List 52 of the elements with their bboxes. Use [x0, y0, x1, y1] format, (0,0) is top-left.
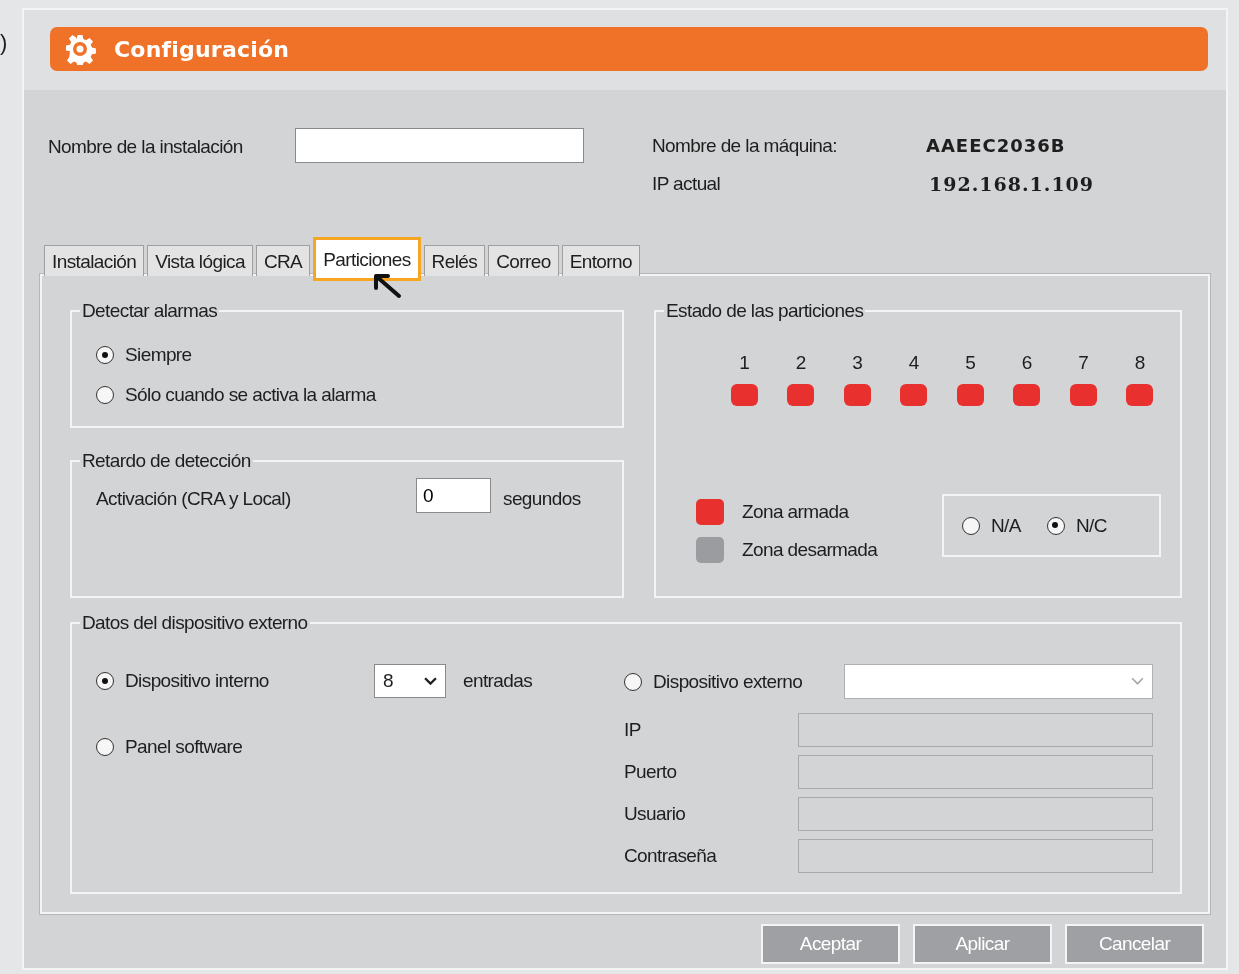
radio-option[interactable]: N/A — [962, 514, 1021, 537]
machine-name-value: AAEEC2036B — [926, 135, 1067, 157]
tab[interactable]: Instalación — [44, 245, 145, 276]
radio-label: Siempre — [125, 344, 192, 366]
dropdown-value: 8 — [383, 670, 393, 692]
radio-option[interactable]: Dispositivo externo — [624, 670, 844, 693]
seconds-field[interactable]: 0 — [416, 478, 491, 513]
radio-label: Panel software — [125, 736, 243, 758]
installation-name-label: Nombre de la instalación — [48, 136, 244, 158]
radio-option[interactable]: Panel software — [96, 736, 626, 758]
seconds-unit: segundos — [503, 488, 581, 510]
partition-number: 5 — [965, 352, 976, 374]
field-label: Puerto — [624, 761, 678, 783]
partition-number: 3 — [852, 352, 863, 374]
legend-label: Zona desarmada — [742, 539, 878, 561]
radio-option[interactable]: Dispositivo interno — [96, 670, 374, 692]
partition-number: 1 — [739, 352, 750, 374]
group-title: Datos del dispositivo externo — [81, 612, 309, 634]
partition-number: 2 — [795, 352, 806, 374]
field-label: Usuario — [624, 803, 687, 825]
group-title: Estado de las particiones — [665, 300, 865, 322]
machine-name-label: Nombre de la máquina: — [652, 135, 838, 157]
tab[interactable]: Entorno — [561, 245, 640, 276]
edge-text: ) — [0, 32, 7, 54]
activation-label: Activación (CRA y Local) — [96, 488, 292, 510]
radio-label: N/C — [1075, 514, 1107, 537]
partition-number: 4 — [908, 352, 919, 374]
inputs-dropdown[interactable]: 8 — [374, 664, 446, 698]
field-label: IP — [624, 719, 642, 741]
group-title: Detectar alarmas — [81, 300, 219, 322]
radio-label: Dispositivo interno — [125, 670, 269, 692]
radio-label: Sólo cuando se activa la alarma — [125, 384, 376, 406]
tab[interactable]: Relés — [423, 245, 486, 276]
radio-option[interactable]: N/C — [1046, 514, 1107, 537]
group-title: Retardo de detección — [81, 450, 252, 472]
radio-option[interactable]: Siempre — [96, 344, 622, 366]
tab[interactable]: Vista lógica — [147, 245, 253, 276]
partition-number: 8 — [1134, 352, 1145, 374]
partition-number: 7 — [1078, 352, 1089, 374]
radio-option[interactable]: Sólo cuando se activa la alarma — [96, 384, 622, 406]
current-ip-label: IP actual — [652, 173, 722, 195]
legend-label: Zona armada — [742, 501, 849, 523]
window-title: Configuración — [114, 36, 290, 62]
partition-number: 6 — [1021, 352, 1032, 374]
radio-label: N/A — [991, 514, 1021, 537]
field-label: Contraseña — [624, 845, 718, 867]
radio-label: Dispositivo externo — [653, 670, 803, 693]
tab[interactable]: Particiones — [313, 237, 421, 281]
tab[interactable]: CRA — [255, 245, 311, 276]
tab[interactable]: Correo — [488, 245, 559, 276]
inputs-unit: entradas — [463, 670, 533, 692]
current-ip-value: 192.168.1.109 — [928, 173, 1095, 195]
